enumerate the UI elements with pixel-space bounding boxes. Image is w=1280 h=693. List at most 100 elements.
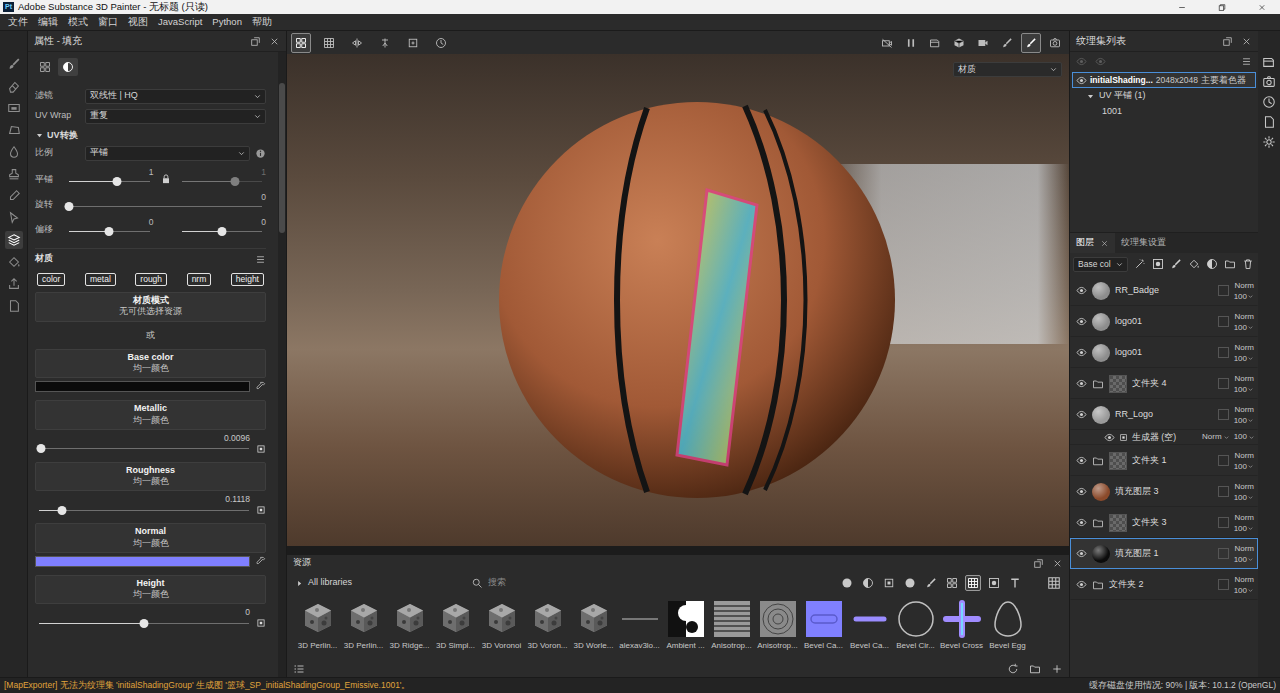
asset-item[interactable]: Anisotrop... [755, 599, 800, 661]
clock-icon[interactable] [1262, 95, 1276, 109]
asset-item[interactable]: Bevel Egg [985, 599, 1030, 661]
eyedropper-icon[interactable] [255, 556, 266, 567]
eye-icon[interactable] [1076, 347, 1087, 358]
link-icon[interactable] [256, 618, 266, 628]
tiling-u-slider-knob[interactable] [113, 177, 122, 186]
tiling-v-slider[interactable]: 1 [178, 167, 267, 186]
blend-controls[interactable]: Norm100 [1234, 342, 1254, 364]
layer-row[interactable]: 填充图层 3 Norm100 [1070, 476, 1258, 507]
asset-item[interactable]: 3D Perlin... [341, 599, 386, 661]
eye-icon[interactable] [1076, 517, 1087, 528]
restore-icon[interactable] [1204, 1, 1240, 14]
layer-name[interactable]: RR_Badge [1115, 285, 1213, 296]
blend-controls[interactable]: Norm100 [1234, 481, 1254, 503]
opacity-box[interactable] [1218, 579, 1229, 590]
offset-v-slider-track[interactable] [182, 227, 263, 236]
param-slider[interactable] [35, 506, 253, 515]
blend-mode[interactable]: Norm [1234, 450, 1254, 461]
bucket-icon[interactable] [5, 253, 23, 271]
layer-name[interactable]: 填充图层 3 [1115, 486, 1213, 497]
blend-mode[interactable]: Norm [1234, 512, 1254, 523]
eraser-icon[interactable] [5, 77, 23, 95]
opacity-box[interactable] [1218, 548, 1229, 559]
menu-item[interactable]: Python [208, 16, 246, 28]
eye-icon[interactable] [1076, 548, 1087, 559]
mask-icon[interactable] [1152, 258, 1164, 270]
opacity-box[interactable] [1218, 316, 1229, 327]
param-slider[interactable] [35, 444, 253, 453]
asset-item[interactable]: Anisotrop... [709, 599, 754, 661]
texture-tab-icon[interactable] [35, 58, 55, 76]
blend-controls[interactable]: Norm100 [1234, 450, 1254, 472]
lock-icon[interactable] [160, 173, 172, 185]
plus-icon[interactable] [1051, 663, 1063, 675]
layer-row[interactable]: 文件夹 4Norm100 [1070, 368, 1258, 399]
tiling-u-slider-track[interactable] [69, 177, 150, 186]
minimize-icon[interactable] [1164, 1, 1200, 14]
layer-row[interactable]: 文件夹 1 Norm100 [1070, 445, 1258, 476]
opacity[interactable]: 100 [1234, 492, 1254, 503]
scrollbar[interactable] [278, 52, 286, 677]
menu-item[interactable]: 编辑 [34, 16, 62, 28]
opacity-box[interactable] [1218, 285, 1229, 296]
uv-tile[interactable]: 1001 [1070, 104, 1258, 120]
param-source-box[interactable]: Height均一颜色 [35, 575, 266, 605]
color-swatch[interactable] [35, 381, 250, 392]
layer-name[interactable]: 文件夹 2 [1109, 579, 1213, 590]
opacity-box[interactable] [1218, 486, 1229, 497]
brush-icon[interactable] [1021, 33, 1041, 53]
scale-dropdown[interactable]: 平铺 [85, 146, 250, 161]
blend-controls[interactable]: Norm100 [1234, 512, 1254, 534]
opacity-box[interactable] [1218, 409, 1229, 420]
trash-icon[interactable] [1242, 258, 1254, 270]
layer-name[interactable]: RR_Logo [1115, 409, 1213, 420]
opacity[interactable]: 100 [1234, 353, 1254, 364]
halfsphere-icon[interactable] [1206, 258, 1218, 270]
layer-name[interactable]: 文件夹 1 [1132, 455, 1213, 466]
picker-icon[interactable] [5, 187, 23, 205]
brush-icon[interactable] [5, 55, 23, 73]
asset-item[interactable]: Ambient ... [663, 599, 708, 661]
blend-mode[interactable]: Norm [1234, 481, 1254, 492]
photo-icon[interactable] [1045, 33, 1065, 53]
offset-u-slider-knob[interactable] [105, 227, 114, 236]
offset-v-slider-knob[interactable] [217, 227, 226, 236]
tee-filter-icon[interactable] [1007, 575, 1023, 591]
photo-icon[interactable] [1262, 75, 1276, 89]
layers-tab[interactable]: 图层 [1070, 233, 1115, 253]
param-slider-knob[interactable] [140, 619, 149, 628]
cursor-icon[interactable] [5, 209, 23, 227]
blend-mode[interactable]: Norm [1234, 311, 1254, 322]
popout-icon[interactable] [250, 36, 261, 47]
asset-item[interactable]: alexav3lo... [617, 599, 662, 661]
viewport-render[interactable]: 材质 [287, 54, 1069, 546]
texture-set-row[interactable]: initialShading...2048x2048主要着色器 [1072, 72, 1256, 88]
brush-icon[interactable] [1170, 258, 1182, 270]
asset-item[interactable]: Bevel Cir... [893, 599, 938, 661]
menu-item[interactable]: 帮助 [248, 16, 276, 28]
mask-thumbnail[interactable] [1109, 452, 1127, 470]
asset-item[interactable]: 3D Perlin... [295, 599, 340, 661]
param-slider-knob[interactable] [58, 506, 67, 515]
eye-icon[interactable] [1076, 486, 1087, 497]
viewport-mode-dropdown[interactable]: 材质 [953, 62, 1062, 77]
wand-icon[interactable] [1134, 258, 1146, 270]
asset-item[interactable]: Bevel Ca... [847, 599, 892, 661]
clock-icon[interactable] [431, 33, 451, 53]
eye-icon[interactable] [1076, 316, 1087, 327]
scrollbar-thumb[interactable] [279, 83, 285, 233]
cube-icon[interactable] [949, 33, 969, 53]
library-selector[interactable]: All libraries [295, 577, 465, 588]
asset-item[interactable]: 3D Voron... [525, 599, 570, 661]
param-source-box[interactable]: Normal均一颜色 [35, 523, 266, 553]
nocamera-icon[interactable] [877, 33, 897, 53]
opacity[interactable]: 100 [1234, 322, 1254, 333]
blend-controls[interactable]: Norm100 [1234, 404, 1254, 426]
channel-button[interactable]: color [37, 273, 65, 286]
offset-v-slider[interactable]: 0 [178, 217, 267, 236]
grid-view-icon[interactable] [1047, 576, 1061, 590]
close-icon[interactable] [269, 36, 280, 47]
info-icon[interactable] [255, 148, 266, 159]
blend-controls[interactable]: Norm100 [1234, 311, 1254, 333]
layer-name[interactable]: 填充图层 1 [1115, 548, 1213, 559]
